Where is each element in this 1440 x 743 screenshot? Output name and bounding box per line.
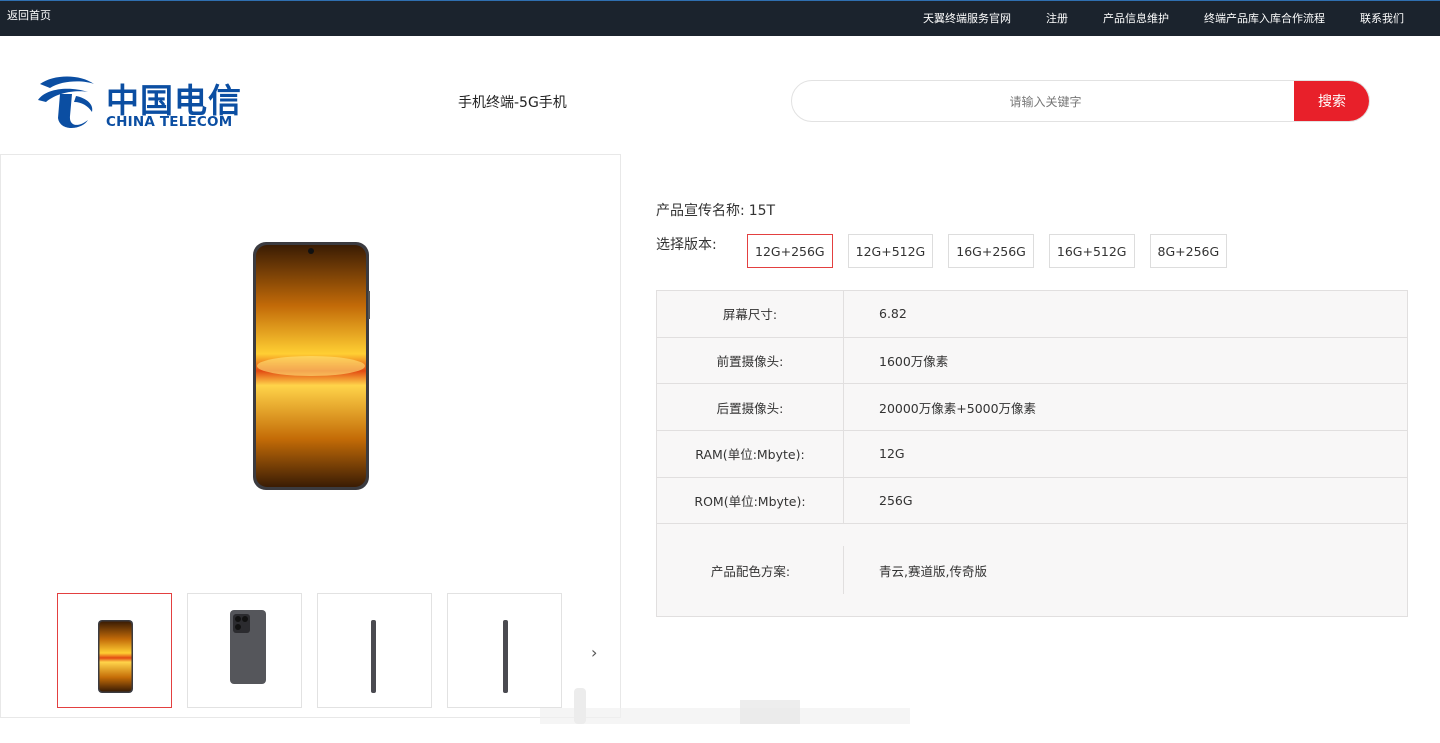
spec-key: RAM(单位:Mbyte):: [657, 431, 844, 477]
product-name-label: 产品宣传名称:: [656, 203, 745, 219]
spec-row: 后置摄像头: 20000万像素+5000万像素: [657, 384, 1407, 432]
top-nav: 天翼终端服务官网 注册 产品信息维护 终端产品库入库合作流程 联系我们: [923, 0, 1440, 36]
spec-value: 6.82: [879, 306, 907, 322]
spec-key: 后置摄像头:: [657, 384, 844, 431]
thumbnail-strip: [57, 593, 577, 708]
nav-link-service-site[interactable]: 天翼终端服务官网: [923, 10, 1011, 26]
version-option-16g-512g[interactable]: 16G+512G: [1048, 234, 1135, 268]
thumbnail-back[interactable]: [187, 593, 302, 708]
phone-side-thumb: [371, 620, 376, 693]
nav-link-cooperation-process[interactable]: 终端产品库入库合作流程: [1204, 10, 1325, 26]
spec-row: 屏幕尺寸: 6.82: [657, 291, 1407, 338]
product-name: 产品宣传名称: 15T: [656, 200, 775, 220]
nav-link-register[interactable]: 注册: [1046, 10, 1068, 26]
version-option-12g-256g[interactable]: 12G+256G: [747, 234, 833, 268]
spec-table: 屏幕尺寸: 6.82 前置摄像头: 1600万像素 后置摄像头: 20000万像…: [656, 290, 1408, 618]
spec-value: 12G: [879, 446, 905, 462]
version-options: 12G+256G 12G+512G 16G+256G 16G+512G 8G+2…: [747, 234, 1242, 268]
telecom-swirl-icon: [38, 76, 94, 128]
spec-value: 青云,赛道版,传奇版: [879, 563, 987, 579]
logo-english-text: CHINA TELECOM: [106, 114, 233, 130]
phone-back-thumb: [230, 610, 266, 684]
version-option-12g-512g[interactable]: 12G+512G: [847, 234, 934, 268]
top-bar: 返回首页 天翼终端服务官网 注册 产品信息维护 终端产品库入库合作流程 联系我们: [0, 0, 1440, 36]
spec-value: 256G: [879, 493, 913, 509]
spec-row: 产品配色方案: 青云,赛道版,传奇版: [657, 524, 1407, 616]
spec-row: 前置摄像头: 1600万像素: [657, 337, 1407, 385]
spec-key: 产品配色方案:: [657, 524, 844, 616]
spec-value: 20000万像素+5000万像素: [879, 400, 1037, 416]
version-option-8g-256g[interactable]: 8G+256G: [1149, 234, 1228, 268]
thumbnail-front[interactable]: [57, 593, 172, 708]
nav-link-contact-us[interactable]: 联系我们: [1360, 10, 1404, 26]
version-option-16g-256g[interactable]: 16G+256G: [948, 234, 1034, 268]
spec-key: 前置摄像头:: [657, 337, 844, 384]
search-box: 搜索: [791, 80, 1370, 122]
china-telecom-logo[interactable]: 中国电信 CHINA TELECOM: [36, 72, 241, 130]
blurred-footer-artifact: [540, 688, 910, 724]
search-button[interactable]: 搜索: [1294, 81, 1369, 121]
spec-value: 1600万像素: [879, 354, 949, 370]
version-label: 选择版本:: [656, 237, 717, 253]
spec-key: 屏幕尺寸:: [657, 291, 844, 337]
thumbnail-side-1[interactable]: [317, 593, 432, 708]
home-link[interactable]: 返回首页: [7, 7, 51, 23]
product-name-value: 15T: [748, 203, 776, 219]
phone-front-thumb: [98, 620, 133, 693]
spec-key: ROM(单位:Mbyte):: [657, 477, 844, 524]
spec-row: RAM(单位:Mbyte): 12G: [657, 431, 1407, 478]
page-category-title: 手机终端-5G手机: [458, 95, 567, 111]
chevron-right-icon[interactable]: ›: [591, 643, 597, 662]
search-input[interactable]: [792, 81, 1299, 121]
main-product-image: [253, 242, 370, 490]
nav-link-product-maintenance[interactable]: 产品信息维护: [1103, 10, 1169, 26]
spec-row: ROM(单位:Mbyte): 256G: [657, 477, 1407, 525]
product-gallery: ›: [0, 154, 621, 718]
